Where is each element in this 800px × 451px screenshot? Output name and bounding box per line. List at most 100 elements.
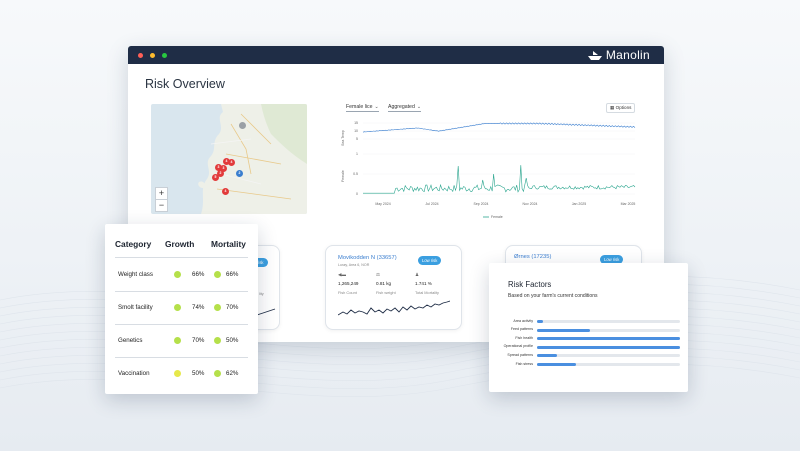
map-marker[interactable]: 4 [228,159,235,166]
aggregation-dropdown-value: Aggregated [388,104,415,110]
zoom-out-button[interactable]: − [155,199,168,212]
category-row[interactable]: Vaccination 50% 62% [115,357,248,390]
risk-factor-bar [537,328,680,332]
metric-dropdown-value: Female lice [346,104,373,110]
bottom-panel-ylabel: Female [341,170,345,182]
close-window-dot[interactable] [138,53,143,58]
maximize-window-dot[interactable] [162,53,167,58]
farm-card[interactable]: Movikodden N (33657) Lurøy, Area 6, NOR … [325,245,462,330]
settings-icon: ▦ [610,105,615,110]
risk-factor-label: Operational profile [503,344,533,349]
farm-location: Lurøy, Area 6, NOR [338,263,370,267]
growth-status-dot [174,271,181,278]
x-tick-label: Nov 2024 [523,202,538,206]
mortality-value: 66% [226,271,239,278]
map-marker[interactable]: 3 [220,165,227,172]
y-tick-label: 1 [356,152,358,156]
risk-factors-title: Risk Factors [508,280,552,289]
line-chart: Sea Temp Female 15 10 5 1 0.5 0 May 2024 Jul 2024… [341,121,635,219]
risk-factor-label: Fish health [515,335,533,340]
category-name: Smolt facility [118,304,153,311]
risk-factor-label: Spread patterns [507,352,533,357]
risk-factor-bar-fill [537,320,543,323]
growth-value: 74% [192,304,205,311]
risk-factor-bar-fill [537,345,680,349]
window-titlebar: Manolin [128,46,664,64]
fish-count-label: Fish Count [338,290,357,295]
category-name: Weight class [118,271,153,278]
x-tick-label: Jul 2024 [425,202,438,206]
category-row[interactable]: Genetics 70% 50% [115,324,248,358]
risk-factors-card: Risk Factors Based on your farm's curren… [489,263,688,392]
fish-count-value: 1,265,249 [338,281,359,286]
growth-value: 66% [192,271,205,278]
y-tick-label: 5 [356,137,358,141]
options-button-label: Options [615,105,632,110]
category-card: Category Growth Mortality Weight class 6… [105,224,258,394]
x-tick-label: May 2024 [375,202,390,206]
risk-factors-subtitle: Based on your farm's current conditions [508,293,598,299]
y-tick-label: 0.5 [353,172,358,176]
page-title: Risk Overview [145,77,225,91]
risk-factor-bar [537,363,680,366]
risk-factor-bar-fill [537,363,576,366]
growth-value: 50% [192,370,205,377]
category-row[interactable]: Smolt facility 74% 70% [115,291,248,325]
metric-dropdown[interactable]: Female lice ⌄ [346,104,379,112]
risk-factor-label: Feed patterns [510,327,533,332]
mortality-label: lity [259,291,264,296]
map-marker[interactable]: 4 [222,188,229,195]
category-header: Category [115,239,152,249]
mortality-value: 62% [226,370,239,377]
growth-header: Growth [165,239,195,249]
risk-factor-bar-fill [537,354,558,358]
mortality-sparkline [338,300,450,316]
fish-weight-value: 0.81 kg [376,281,392,286]
chevron-down-icon: ⌄ [374,104,379,110]
farm-map[interactable]: + − 4 4 3 2 5 2 4 3 [151,104,307,214]
x-tick-label: Jan 2025 [572,202,586,206]
growth-status-dot [174,337,181,344]
mortality-status-dot [214,337,221,344]
risk-factor-bar-fill [537,328,590,332]
fish-weight-label: Fish weight [376,290,396,295]
risk-factor-bar [537,354,680,358]
category-row[interactable]: Weight class 66% 66% [115,258,248,292]
farm-name[interactable]: Movikodden N (33657) [338,255,397,261]
top-panel-ylabel: Sea Temp [341,130,345,146]
minimize-window-dot[interactable] [150,53,155,58]
mortality-sparkline [257,308,276,316]
options-button[interactable]: ▦ Options [606,103,636,113]
map-marker[interactable]: 2 [236,170,243,177]
risk-factor-bar [537,320,680,323]
mortality-status-dot [214,271,221,278]
mortality-value: 50% [226,337,239,344]
weight-icon: ⚖ [376,272,381,277]
growth-value: 70% [192,337,205,344]
mortality-status-dot [214,370,221,377]
fish-icon: ◀▬ [338,272,346,277]
category-name: Vaccination [118,370,150,377]
growth-status-dot [174,304,181,311]
growth-status-dot [174,370,181,377]
legend-label: Female [491,215,503,219]
y-tick-label: 0 [356,192,358,196]
mortality-header: Mortality [211,239,246,249]
mortality-status-dot [214,304,221,311]
risk-badge: Low risk [418,256,442,265]
boat-icon [587,50,602,60]
risk-factor-label: Fish stress [515,361,533,366]
brand-name: Manolin [605,48,650,62]
chart-panel: Female lice ⌄ Aggregated ⌄ ▦ Options Sea T… [341,103,641,224]
risk-factor-bar-fill [537,337,680,341]
y-tick-label: 15 [354,121,358,125]
aggregation-dropdown[interactable]: Aggregated ⌄ [388,104,422,112]
farm-name[interactable]: Ørnes (17235) [514,254,551,260]
map-marker[interactable]: 5 [212,174,219,181]
x-tick-label: Sep 2024 [474,202,489,206]
chevron-down-icon: ⌄ [416,104,422,110]
y-tick-label: 10 [354,129,358,133]
category-name: Genetics [118,337,143,344]
map-marker[interactable] [239,122,246,129]
risk-factor-bar [537,337,680,341]
